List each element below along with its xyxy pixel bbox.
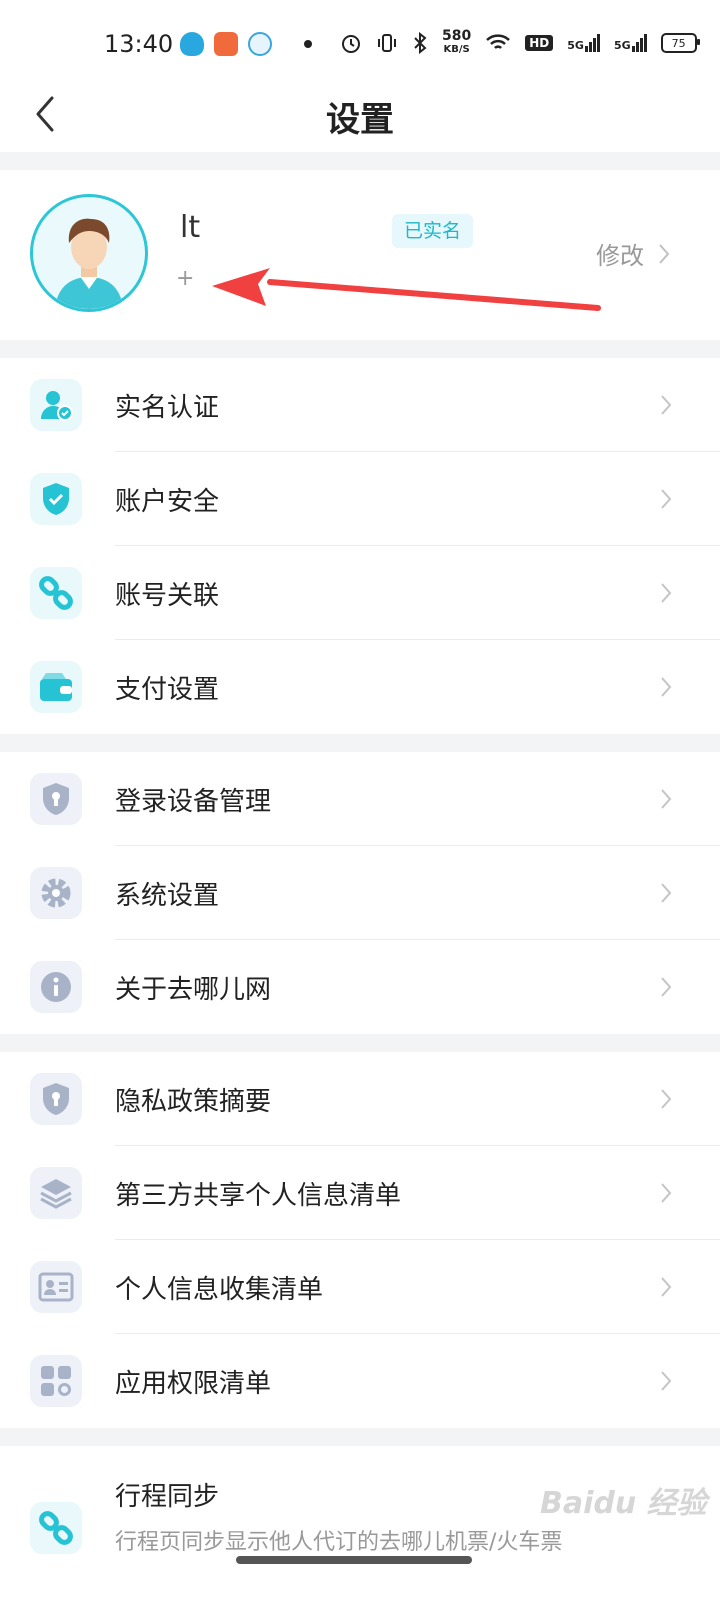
- row-label: 关于去哪儿网: [115, 974, 272, 1005]
- row-trip-sync[interactable]: 行程同步 行程页同步显示他人代订的去哪儿机票/火车票: [0, 1446, 720, 1606]
- row-account-security[interactable]: 账户安全: [0, 452, 720, 546]
- row-label: 支付设置: [115, 674, 220, 705]
- chevron-right-icon: [661, 883, 672, 903]
- id-card-icon: [30, 1261, 82, 1313]
- home-indicator[interactable]: [236, 1556, 472, 1564]
- nav-header: 设置: [0, 90, 720, 152]
- chevron-right-icon: [661, 1371, 672, 1391]
- chevron-right-icon: [661, 583, 672, 603]
- gear-icon: [30, 867, 82, 919]
- chevron-right-icon: [661, 395, 672, 415]
- info-icon: [30, 961, 82, 1013]
- privacy-shield-icon: [30, 1073, 82, 1125]
- row-label: 账户安全: [115, 486, 220, 517]
- page-title: 设置: [326, 100, 394, 140]
- privacy-group: 隐私政策摘要 第三方共享个人信息清单 个人信息收集清单 应用权限清单: [0, 1052, 720, 1428]
- browser-icon: [248, 32, 272, 56]
- trip-sync-title: 行程同步: [115, 1482, 220, 1512]
- row-label: 实名认证: [115, 392, 220, 423]
- verified-badge: 已实名: [392, 214, 474, 248]
- row-label: 个人信息收集清单: [115, 1274, 324, 1305]
- row-label: 第三方共享个人信息清单: [115, 1180, 402, 1211]
- row-system-settings[interactable]: 系统设置: [0, 846, 720, 940]
- row-label: 登录设备管理: [115, 786, 272, 817]
- edit-label: 修改: [596, 242, 644, 270]
- vibrate-icon: [378, 34, 396, 52]
- battery-icon: 75: [660, 33, 700, 53]
- shield-check-icon: [30, 473, 82, 525]
- chevron-right-icon: [661, 789, 672, 809]
- network-speed: 580 KB/S: [442, 28, 472, 56]
- wallet-icon: [30, 661, 82, 713]
- row-label: 隐私政策摘要: [115, 1086, 272, 1117]
- app-notification-icon: [214, 32, 238, 56]
- signal-5g-2: 5G: [614, 34, 647, 52]
- speed-unit: KB/S: [443, 44, 470, 55]
- row-third-party-sharing-list[interactable]: 第三方共享个人信息清单: [0, 1146, 720, 1240]
- row-real-name-verification[interactable]: 实名认证: [0, 358, 720, 452]
- signal-2-label: 5G: [613, 39, 631, 52]
- row-label: 系统设置: [115, 880, 220, 911]
- row-personal-info-collection-list[interactable]: 个人信息收集清单: [0, 1240, 720, 1334]
- row-label: 账号关联: [115, 580, 220, 611]
- row-label: 应用权限清单: [115, 1368, 272, 1399]
- trip-sync-group: 行程同步 行程页同步显示他人代订的去哪儿机票/火车票: [0, 1446, 720, 1606]
- signal-1-label: 5G: [567, 39, 584, 52]
- more-notifications-dot: [304, 40, 312, 48]
- link-icon: [30, 1502, 82, 1554]
- chevron-right-icon: [659, 243, 670, 264]
- row-login-device-management[interactable]: 登录设备管理: [0, 752, 720, 846]
- baidu-watermark: Baidu 经验: [540, 1486, 707, 1521]
- device-lock-icon: [30, 773, 82, 825]
- row-account-linking[interactable]: 账号关联: [0, 546, 720, 640]
- username: lt: [180, 210, 201, 245]
- chevron-right-icon: [661, 977, 672, 997]
- system-group: 登录设备管理 系统设置 关于去哪儿网: [0, 752, 720, 1034]
- row-privacy-policy-summary[interactable]: 隐私政策摘要: [0, 1052, 720, 1146]
- account-settings-group: 实名认证 账户安全 账号关联 支付设置: [0, 358, 720, 734]
- notification-icons: [180, 32, 312, 56]
- status-time: 13:40: [104, 30, 174, 58]
- chevron-right-icon: [661, 1183, 672, 1203]
- wifi-icon: [486, 34, 511, 49]
- hd-badge: HD: [525, 35, 554, 51]
- status-bar: 13:40 580 KB/S HD 5G 5G 75: [0, 0, 720, 90]
- speed-value: 580: [442, 28, 472, 44]
- uid-placeholder: +: [176, 266, 195, 291]
- row-about-qunar[interactable]: 关于去哪儿网: [0, 940, 720, 1034]
- alarm-icon: [342, 35, 360, 53]
- signal-5g-1: 5G: [567, 34, 600, 52]
- apps-grid-icon: [30, 1355, 82, 1407]
- chevron-right-icon: [661, 1277, 672, 1297]
- bluetooth-icon: [414, 32, 427, 54]
- row-app-permissions-list[interactable]: 应用权限清单: [0, 1334, 720, 1428]
- avatar-person-icon: [55, 218, 123, 309]
- link-icon: [30, 567, 82, 619]
- profile-card[interactable]: lt 已实名 + 修改: [0, 170, 720, 340]
- system-status-icons: 580 KB/S HD 5G 5G 75: [340, 28, 700, 56]
- layers-icon: [30, 1167, 82, 1219]
- row-payment-settings[interactable]: 支付设置: [0, 640, 720, 734]
- chevron-right-icon: [661, 677, 672, 697]
- chevron-right-icon: [661, 1089, 672, 1109]
- id-verify-icon: [30, 379, 82, 431]
- chevron-right-icon: [661, 489, 672, 509]
- edit-profile-link[interactable]: 修改: [596, 236, 670, 271]
- qq-icon: [180, 32, 204, 56]
- trip-sync-description: 行程页同步显示他人代订的去哪儿机票/火车票: [115, 1530, 563, 1555]
- avatar[interactable]: [30, 194, 148, 312]
